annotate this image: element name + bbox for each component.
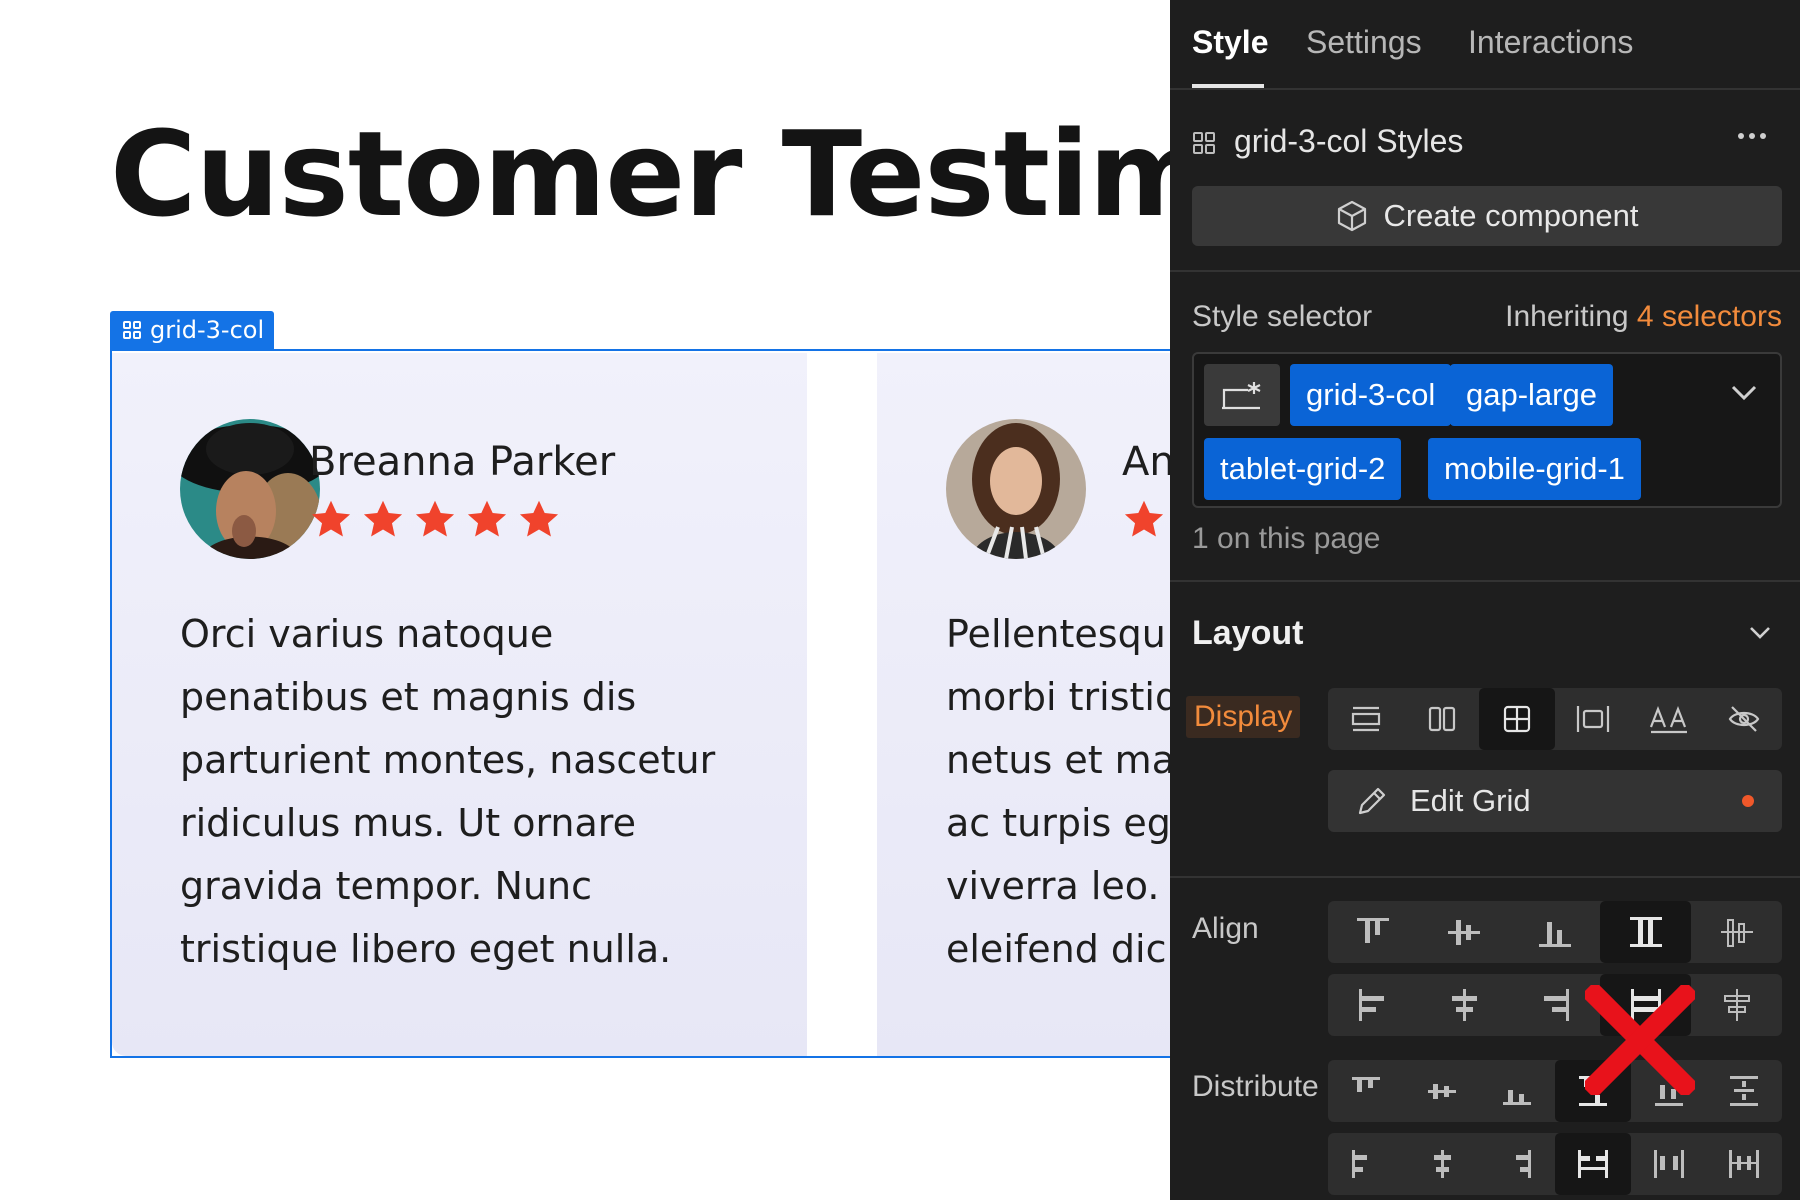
- distribute-h-end-button[interactable]: [1479, 1133, 1555, 1195]
- distribute-end-button[interactable]: [1479, 1060, 1555, 1122]
- align-bottom-icon: [1538, 922, 1571, 947]
- distribute-row: [1328, 1060, 1782, 1122]
- flex-icon: [1428, 706, 1455, 732]
- grid-icon: [123, 321, 141, 339]
- justify-right-icon: [1543, 989, 1569, 1021]
- justify-center-icon: [1452, 989, 1478, 1021]
- align-top-button[interactable]: [1328, 901, 1419, 963]
- block-icon: [1351, 706, 1380, 732]
- panel-tabs: Style Settings Interactions: [1170, 0, 1800, 90]
- align-stretch-button[interactable]: [1600, 901, 1692, 963]
- justify-left-icon: [1359, 989, 1385, 1021]
- distribute-right-icon: [1516, 1150, 1532, 1178]
- tab-interactions[interactable]: Interactions: [1468, 24, 1633, 61]
- chevron-down-icon[interactable]: [1730, 384, 1758, 402]
- selector-chip-tablet-grid-2[interactable]: tablet-grid-2: [1204, 438, 1402, 500]
- grid-selection-tag[interactable]: grid-3-col: [110, 311, 275, 349]
- grid-icon: [1504, 705, 1531, 733]
- justify-baseline-button[interactable]: [1691, 974, 1782, 1036]
- distribute-bottom-icon: [1503, 1090, 1532, 1105]
- style-selector-label: Style selector: [1192, 300, 1373, 333]
- align-row: [1328, 901, 1782, 963]
- design-canvas: Customer Testimon grid-3-col Breanna Par…: [0, 0, 1170, 1200]
- tab-settings[interactable]: Settings: [1306, 24, 1422, 61]
- distribute-middle-icon: [1427, 1084, 1456, 1099]
- display-grid-button[interactable]: [1479, 688, 1556, 750]
- selector-chip-gap-large[interactable]: gap-large: [1450, 364, 1613, 426]
- divider: [1170, 876, 1800, 878]
- distribute-start-button[interactable]: [1328, 1060, 1404, 1122]
- distribute-label: Distribute: [1192, 1070, 1319, 1103]
- red-x-annotation: [1585, 985, 1695, 1095]
- distribute-h-between-icon: [1577, 1150, 1608, 1178]
- divider: [1170, 580, 1800, 582]
- inheriting-selectors[interactable]: Inheriting 4 selectors: [1505, 300, 1782, 334]
- distribute-left-icon: [1351, 1150, 1367, 1178]
- grid-tag-label: grid-3-col: [150, 316, 265, 344]
- distribute-h-middle-icon: [1433, 1150, 1451, 1178]
- selector-chip-mobile-grid-1[interactable]: mobile-grid-1: [1428, 438, 1641, 500]
- page-title[interactable]: Customer Testimon: [110, 115, 1170, 233]
- layout-section-header[interactable]: Layout: [1192, 614, 1303, 653]
- distribute-h-around-button[interactable]: [1631, 1133, 1707, 1195]
- edit-grid-button[interactable]: Edit Grid: [1328, 770, 1782, 832]
- selector-state-button[interactable]: [1204, 364, 1280, 426]
- distribute-h-evenly-icon: [1729, 1150, 1760, 1178]
- distribute-h-around-icon: [1653, 1150, 1684, 1178]
- distribute-h-between-button[interactable]: [1555, 1133, 1631, 1195]
- grid-selection-outline: [110, 349, 1170, 1058]
- display-label: Display: [1186, 696, 1301, 738]
- align-middle-icon: [1448, 920, 1481, 945]
- display-inline-block-button[interactable]: [1555, 688, 1631, 750]
- justify-row: [1328, 974, 1782, 1036]
- align-center-button[interactable]: [1419, 901, 1510, 963]
- tab-style[interactable]: Style: [1192, 24, 1268, 61]
- align-baseline-button[interactable]: [1691, 901, 1782, 963]
- distribute-horizontal-row: [1328, 1133, 1782, 1195]
- usage-count: 1 on this page: [1192, 522, 1381, 555]
- grid-icon: [1193, 132, 1215, 154]
- divider: [1170, 270, 1800, 272]
- inheriting-count: 4 selectors: [1636, 300, 1782, 333]
- edit-grid-label: Edit Grid: [1410, 783, 1531, 818]
- styles-header: grid-3-col Styles: [1234, 123, 1464, 159]
- cube-icon: [1338, 200, 1367, 232]
- align-baseline-icon: [1720, 919, 1753, 947]
- distribute-evenly-button[interactable]: [1706, 1060, 1782, 1122]
- selector-state-icon: [1222, 382, 1261, 410]
- style-selector-field[interactable]: grid-3-col gap-large tablet-grid-2 mobil…: [1192, 352, 1782, 508]
- chevron-down-icon[interactable]: [1748, 625, 1772, 641]
- eye-off-icon: [1728, 706, 1760, 732]
- active-tab-indicator: [1192, 84, 1264, 88]
- display-inline-button[interactable]: [1631, 688, 1707, 750]
- distribute-evenly-icon: [1730, 1076, 1759, 1106]
- pencil-icon: [1358, 787, 1386, 815]
- distribute-h-center-button[interactable]: [1404, 1133, 1480, 1195]
- display-block-button[interactable]: [1328, 688, 1404, 750]
- create-component-label: Create component: [1383, 198, 1639, 233]
- align-label: Align: [1192, 912, 1259, 945]
- inheriting-prefix: Inheriting: [1505, 300, 1629, 333]
- more-options-icon[interactable]: [1736, 128, 1768, 144]
- distribute-h-evenly-button[interactable]: [1706, 1133, 1782, 1195]
- create-component-button[interactable]: Create component: [1192, 186, 1782, 246]
- align-top-icon: [1357, 918, 1390, 943]
- distribute-top-icon: [1351, 1077, 1380, 1092]
- justify-center-button[interactable]: [1419, 974, 1510, 1036]
- display-options: [1328, 688, 1782, 750]
- distribute-h-start-button[interactable]: [1328, 1133, 1404, 1195]
- display-none-button[interactable]: [1706, 688, 1782, 750]
- inline-block-icon: [1576, 706, 1609, 732]
- justify-left-button[interactable]: [1328, 974, 1419, 1036]
- style-panel: Style Settings Interactions grid-3-col S…: [1170, 0, 1800, 1200]
- justify-baseline-icon: [1723, 989, 1750, 1021]
- align-stretch-icon: [1629, 917, 1662, 947]
- modified-indicator: [1742, 795, 1754, 807]
- distribute-center-button[interactable]: [1404, 1060, 1480, 1122]
- selector-chip-grid-3-col[interactable]: grid-3-col: [1290, 364, 1452, 426]
- display-flex-button[interactable]: [1404, 688, 1480, 750]
- inline-text-icon: [1649, 705, 1687, 734]
- align-bottom-button[interactable]: [1510, 901, 1601, 963]
